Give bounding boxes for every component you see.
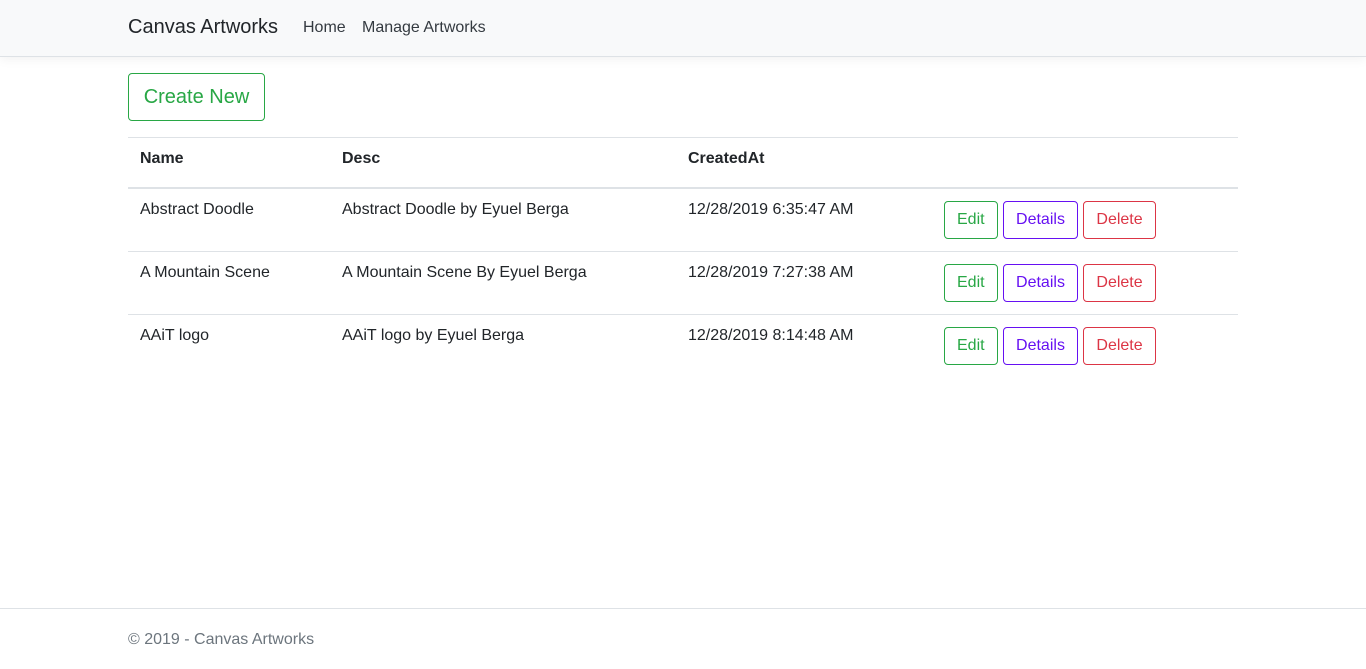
footer-brand-link[interactable]: Canvas Artworks (194, 631, 314, 648)
table-row: AAiT logo AAiT logo by Eyuel Berga 12/28… (128, 313, 1238, 377)
cell-created-at: 12/28/2019 7:27:38 AM (676, 250, 932, 314)
nav-link-home[interactable]: Home (303, 19, 346, 37)
navbar: Canvas Artworks Home Manage Artworks (0, 0, 1366, 57)
edit-button[interactable]: Edit (944, 326, 998, 365)
column-header-desc: Desc (330, 137, 676, 189)
cell-created-at: 12/28/2019 8:14:48 AM (676, 313, 932, 377)
edit-button[interactable]: Edit (944, 263, 998, 302)
column-header-createdat: CreatedAt (676, 137, 932, 189)
nav-link-manage-artworks[interactable]: Manage Artworks (362, 19, 486, 37)
column-header-name: Name (128, 137, 330, 189)
copyright-text: © 2019 - (128, 631, 195, 648)
cell-desc: A Mountain Scene By Eyuel Berga (330, 250, 676, 314)
artworks-table: Name Desc CreatedAt Abstract Doodle Abst… (128, 137, 1238, 377)
cell-name: A Mountain Scene (128, 250, 330, 314)
table-row: A Mountain Scene A Mountain Scene By Eyu… (128, 250, 1238, 314)
table-row: Abstract Doodle Abstract Doodle by Eyuel… (128, 187, 1238, 251)
edit-button[interactable]: Edit (944, 200, 998, 239)
cell-desc: Abstract Doodle by Eyuel Berga (330, 187, 676, 251)
create-new-button[interactable]: Create New (128, 73, 265, 121)
footer: © 2019 - Canvas Artworks (0, 608, 1366, 669)
cell-actions: Edit Details Delete (932, 250, 1238, 314)
cell-name: AAiT logo (128, 313, 330, 377)
cell-created-at: 12/28/2019 6:35:47 AM (676, 187, 932, 251)
details-button[interactable]: Details (1003, 200, 1078, 239)
cell-actions: Edit Details Delete (932, 313, 1238, 377)
brand-link[interactable]: Canvas Artworks (128, 16, 278, 39)
cell-desc: AAiT logo by Eyuel Berga (330, 313, 676, 377)
delete-button[interactable]: Delete (1083, 263, 1156, 302)
table-header-row: Name Desc CreatedAt (128, 137, 1238, 189)
details-button[interactable]: Details (1003, 326, 1078, 365)
cell-name: Abstract Doodle (128, 187, 330, 251)
cell-actions: Edit Details Delete (932, 187, 1238, 251)
delete-button[interactable]: Delete (1083, 326, 1156, 365)
artworks-table-container: Name Desc CreatedAt Abstract Doodle Abst… (128, 137, 1238, 377)
delete-button[interactable]: Delete (1083, 200, 1156, 239)
column-header-actions (932, 137, 1238, 189)
details-button[interactable]: Details (1003, 263, 1078, 302)
footer-copyright: © 2019 - Canvas Artworks (128, 631, 314, 649)
